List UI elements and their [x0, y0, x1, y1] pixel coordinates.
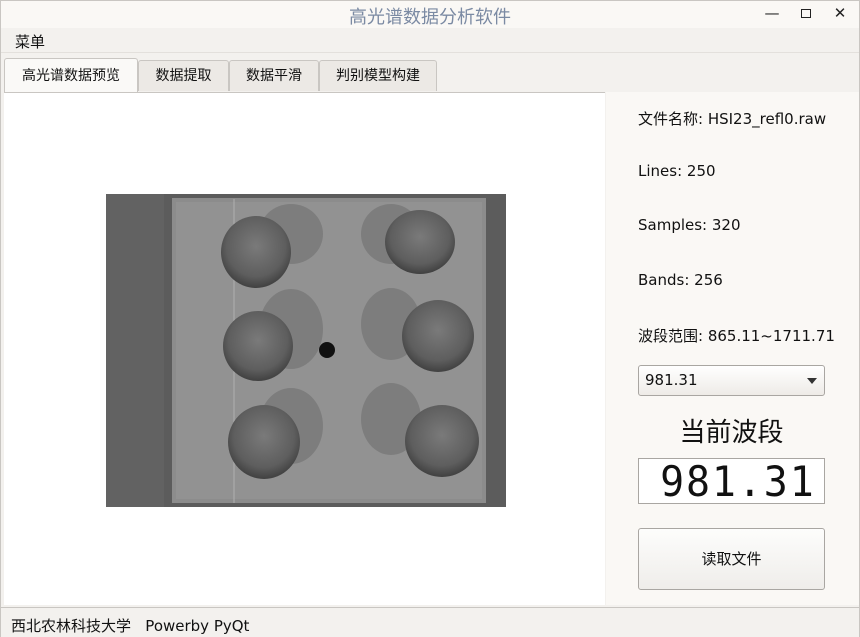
current-band-lcd: 981.31 — [638, 458, 825, 504]
read-file-button[interactable]: 读取文件 — [638, 528, 825, 590]
minimize-button[interactable]: — — [755, 2, 789, 26]
file-name-label: 文件名称: HSI23_refl0.raw — [638, 110, 827, 128]
status-text: 西北农林科技大学 Powerby PyQt — [11, 617, 250, 635]
bands-label: Bands: 256 — [638, 271, 723, 289]
hyperspectral-band-render — [106, 194, 506, 507]
tab-preview[interactable]: 高光谱数据预览 — [4, 58, 138, 92]
band-select-value: 981.31 — [645, 371, 698, 389]
title-bar[interactable]: 高光谱数据分析软件 — ✕ — [1, 1, 859, 28]
window-title: 高光谱数据分析软件 — [349, 7, 511, 28]
lines-label: Lines: 250 — [638, 162, 716, 180]
close-button[interactable]: ✕ — [823, 2, 857, 26]
band-range-label: 波段范围: 865.11~1711.71 — [638, 327, 835, 345]
chevron-down-icon — [807, 378, 817, 384]
tab-extract[interactable]: 数据提取 — [138, 60, 229, 91]
app-window: 高光谱数据分析软件 — ✕ 菜单 高光谱数据预览 数据提取 数据平滑 判别模型构… — [0, 0, 860, 637]
status-bar: 西北农林科技大学 Powerby PyQt — [1, 607, 859, 637]
current-band-value: 981.31 — [660, 458, 816, 504]
menu-item-main[interactable]: 菜单 — [15, 31, 45, 52]
maximize-button[interactable] — [789, 2, 823, 26]
tab-smooth[interactable]: 数据平滑 — [229, 60, 319, 91]
info-panel: 文件名称: HSI23_refl0.raw Lines: 250 Samples… — [606, 92, 859, 605]
samples-label: Samples: 320 — [638, 216, 741, 234]
tab-model[interactable]: 判别模型构建 — [319, 60, 437, 91]
menu-bar: 菜单 — [1, 28, 859, 53]
band-select[interactable]: 981.31 — [638, 365, 825, 396]
current-band-title: 当前波段 — [679, 418, 784, 448]
preview-panel — [4, 92, 605, 605]
maximize-icon — [801, 9, 811, 18]
hyperspectral-image — [106, 194, 506, 507]
